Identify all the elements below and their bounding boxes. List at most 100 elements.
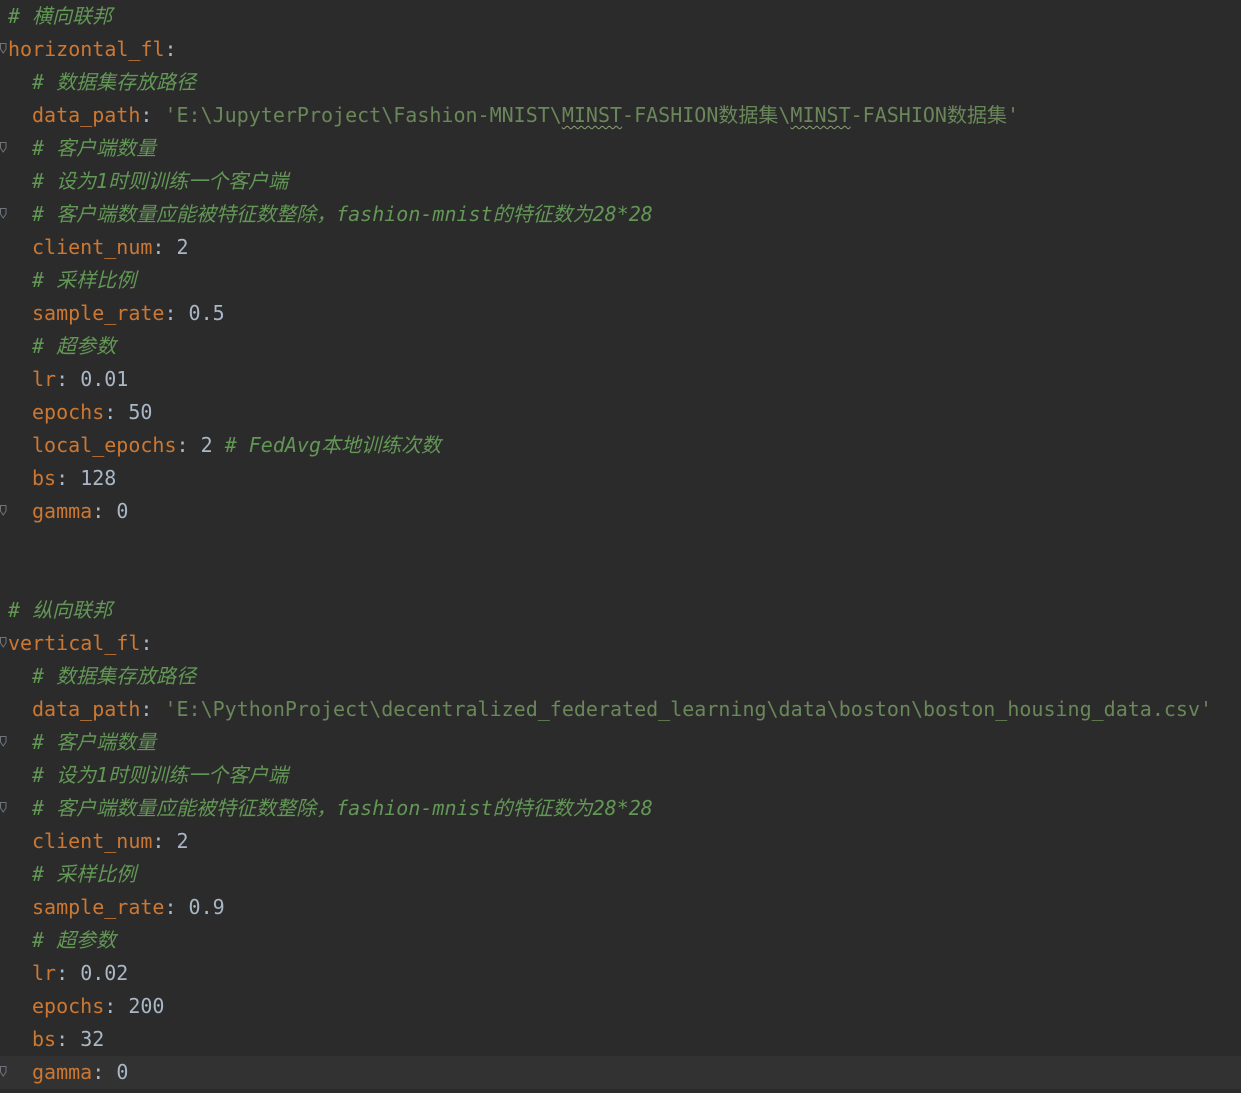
code-text: horizontal_fl: bbox=[8, 33, 177, 66]
yaml-value: 0 bbox=[116, 499, 129, 523]
code-text: # 采样比例 bbox=[8, 858, 136, 891]
code-text: # 数据集存放路径 bbox=[8, 660, 196, 693]
code-line[interactable]: # 设为1时则训练一个客户端 bbox=[0, 759, 1241, 792]
yaml-key: local_epochs bbox=[32, 433, 177, 457]
yaml-comment: # 客户端数量 bbox=[32, 730, 157, 754]
yaml-string: 'E:\PythonProject\decentralized_federate… bbox=[164, 697, 1213, 721]
code-line[interactable]: # 横向联邦 bbox=[0, 0, 1241, 33]
yaml-punctuation: : bbox=[164, 895, 189, 919]
code-line[interactable] bbox=[0, 528, 1241, 561]
yaml-key: data_path bbox=[32, 697, 141, 721]
yaml-punctuation: : bbox=[56, 367, 81, 391]
code-text: # 客户端数量应能被特征数整除，fashion-mnist的特征数为28*28 bbox=[8, 198, 653, 231]
code-text: lr: 0.02 bbox=[8, 957, 128, 990]
code-text: sample_rate: 0.9 bbox=[8, 891, 225, 924]
yaml-comment: # 设为1时则训练一个客户端 bbox=[32, 763, 289, 787]
code-text: data_path: 'E:\JupyterProject\Fashion-MN… bbox=[8, 99, 1019, 132]
code-line[interactable]: # 设为1时则训练一个客户端 bbox=[0, 165, 1241, 198]
code-line[interactable]: horizontal_fl: bbox=[0, 33, 1241, 66]
yaml-key: data_path bbox=[32, 103, 141, 127]
code-line[interactable]: epochs: 50 bbox=[0, 396, 1241, 429]
code-line[interactable]: # 客户端数量 bbox=[0, 132, 1241, 165]
code-text: # 超参数 bbox=[8, 924, 116, 957]
code-line[interactable] bbox=[0, 561, 1241, 594]
fold-marker-icon[interactable] bbox=[0, 1066, 7, 1077]
code-text: # 设为1时则训练一个客户端 bbox=[8, 759, 288, 792]
yaml-punctuation: : bbox=[152, 235, 177, 259]
code-editor[interactable]: # 横向联邦 horizontal_fl: # 数据集存放路径 data_path: … bbox=[0, 0, 1241, 1093]
code-line[interactable]: # 超参数 bbox=[0, 924, 1241, 957]
yaml-comment: # 客户端数量应能被特征数整除，fashion-mnist的特征数为28*28 bbox=[32, 202, 653, 226]
yaml-comment: # 数据集存放路径 bbox=[32, 664, 197, 688]
yaml-punctuation: : bbox=[56, 1027, 81, 1051]
code-line[interactable]: bs: 128 bbox=[0, 462, 1241, 495]
fold-marker-icon[interactable] bbox=[0, 736, 7, 747]
yaml-key: sample_rate bbox=[32, 301, 165, 325]
code-line[interactable]: local_epochs: 2 # FedAvg本地训练次数 bbox=[0, 429, 1241, 462]
yaml-comment: # 超参数 bbox=[32, 334, 117, 358]
yaml-punctuation: : bbox=[164, 301, 189, 325]
code-text: # 客户端数量 bbox=[8, 132, 156, 165]
yaml-key: epochs bbox=[32, 400, 105, 424]
yaml-value: 0.9 bbox=[188, 895, 225, 919]
code-text: # 数据集存放路径 bbox=[8, 66, 196, 99]
code-text: # 设为1时则训练一个客户端 bbox=[8, 165, 288, 198]
yaml-punctuation: : bbox=[140, 697, 165, 721]
yaml-key: client_num bbox=[32, 829, 153, 853]
code-line[interactable]: data_path: 'E:\PythonProject\decentraliz… bbox=[0, 693, 1241, 726]
yaml-punctuation: : bbox=[56, 466, 81, 490]
fold-marker-icon[interactable] bbox=[0, 637, 7, 648]
code-line[interactable]: sample_rate: 0.5 bbox=[0, 297, 1241, 330]
yaml-comment: # FedAvg本地训练次数 bbox=[224, 433, 442, 457]
code-line[interactable]: data_path: 'E:\JupyterProject\Fashion-MN… bbox=[0, 99, 1241, 132]
code-line[interactable]: lr: 0.02 bbox=[0, 957, 1241, 990]
code-line[interactable]: # 采样比例 bbox=[0, 264, 1241, 297]
fold-marker-icon[interactable] bbox=[0, 802, 7, 813]
yaml-key: lr bbox=[32, 961, 57, 985]
yaml-string: -FASHION数据集' bbox=[850, 103, 1020, 127]
yaml-string: 'E:\JupyterProject\Fashion-MNIST\ bbox=[164, 103, 562, 127]
yaml-comment: # 采样比例 bbox=[32, 268, 137, 292]
yaml-key: lr bbox=[32, 367, 57, 391]
fold-marker-icon[interactable] bbox=[0, 142, 7, 153]
yaml-key: gamma bbox=[32, 1060, 93, 1084]
code-line[interactable]: # 数据集存放路径 bbox=[0, 660, 1241, 693]
code-line[interactable]: sample_rate: 0.9 bbox=[0, 891, 1241, 924]
yaml-comment: # 采样比例 bbox=[32, 862, 137, 886]
code-line[interactable]: bs: 32 bbox=[0, 1023, 1241, 1056]
code-line[interactable]: # 客户端数量 bbox=[0, 726, 1241, 759]
yaml-value: 0.5 bbox=[188, 301, 225, 325]
code-line[interactable]: gamma: 0 bbox=[0, 1056, 1241, 1089]
code-line[interactable]: gamma: 0 bbox=[0, 495, 1241, 528]
yaml-value: 200 bbox=[128, 994, 165, 1018]
code-line[interactable]: # 采样比例 bbox=[0, 858, 1241, 891]
code-line[interactable]: # 客户端数量应能被特征数整除，fashion-mnist的特征数为28*28 bbox=[0, 198, 1241, 231]
fold-marker-icon[interactable] bbox=[0, 505, 7, 516]
code-line[interactable]: client_num: 2 bbox=[0, 825, 1241, 858]
code-text: gamma: 0 bbox=[8, 495, 128, 528]
code-text: # 客户端数量应能被特征数整除，fashion-mnist的特征数为28*28 bbox=[8, 792, 653, 825]
code-line[interactable]: lr: 0.01 bbox=[0, 363, 1241, 396]
code-line[interactable]: client_num: 2 bbox=[0, 231, 1241, 264]
fold-marker-icon[interactable] bbox=[0, 43, 7, 54]
yaml-punctuation: : bbox=[164, 37, 177, 61]
code-text: bs: 128 bbox=[8, 462, 116, 495]
code-line[interactable]: # 纵向联邦 bbox=[0, 594, 1241, 627]
yaml-punctuation: : bbox=[92, 499, 117, 523]
code-line[interactable]: vertical_fl: bbox=[0, 627, 1241, 660]
yaml-value: 50 bbox=[128, 400, 153, 424]
code-text: # 采样比例 bbox=[8, 264, 136, 297]
yaml-value: 128 bbox=[80, 466, 117, 490]
code-line[interactable]: # 客户端数量应能被特征数整除，fashion-mnist的特征数为28*28 bbox=[0, 792, 1241, 825]
yaml-comment: # 客户端数量 bbox=[32, 136, 157, 160]
fold-marker-icon[interactable] bbox=[0, 208, 7, 219]
code-line[interactable]: # 超参数 bbox=[0, 330, 1241, 363]
code-line[interactable]: epochs: 200 bbox=[0, 990, 1241, 1023]
code-text: data_path: 'E:\PythonProject\decentraliz… bbox=[8, 693, 1212, 726]
yaml-key: gamma bbox=[32, 499, 93, 523]
yaml-key: bs bbox=[32, 466, 57, 490]
yaml-punctuation: : bbox=[152, 829, 177, 853]
code-line[interactable]: # 数据集存放路径 bbox=[0, 66, 1241, 99]
yaml-punctuation: : bbox=[176, 433, 201, 457]
code-text: lr: 0.01 bbox=[8, 363, 128, 396]
